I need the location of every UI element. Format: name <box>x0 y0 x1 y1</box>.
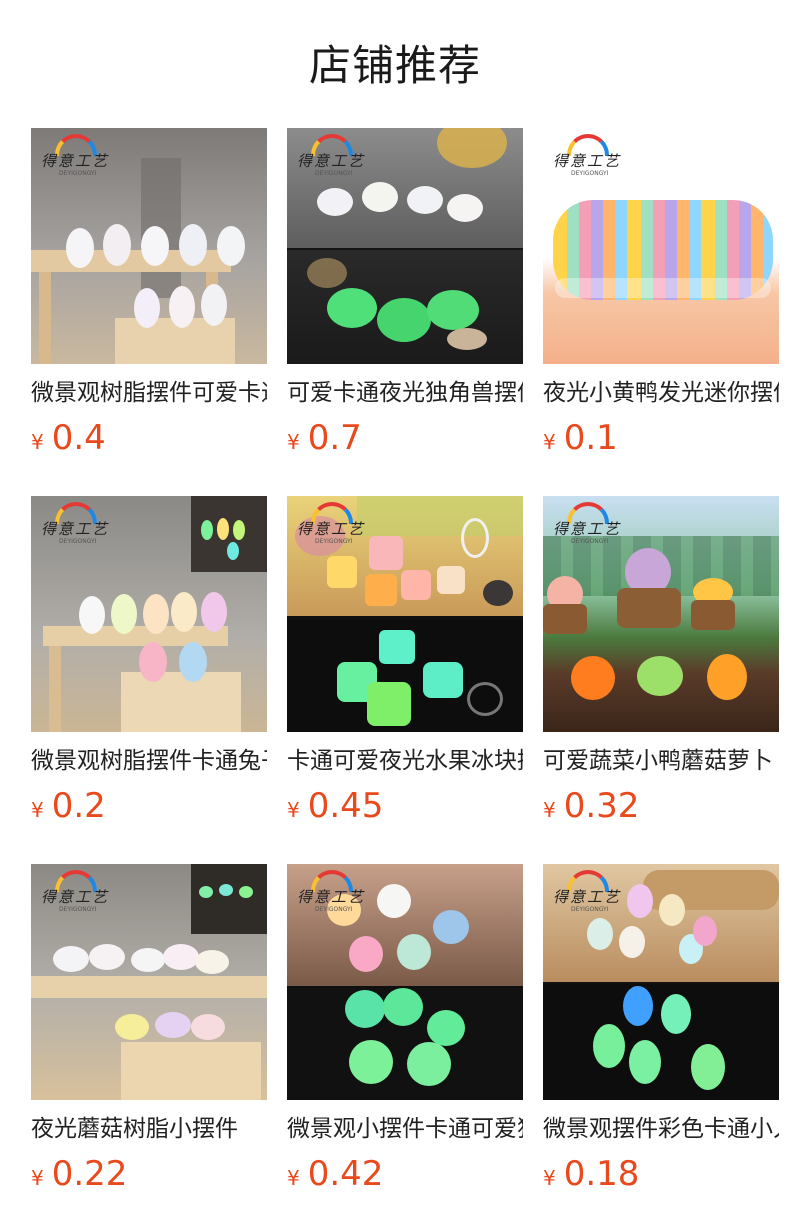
product-price: ¥ 0.4 <box>31 418 267 458</box>
brand-logo: 得意工艺 DEYIGONGYI <box>37 500 117 550</box>
product-title[interactable]: 卡通可爱夜光水果冰块摆件 <box>287 746 523 776</box>
product-card[interactable]: 得意工艺 DEYIGONGYI 可爱卡通夜光独角兽摆件 ¥ 0.7 <box>287 128 523 496</box>
product-image[interactable]: 得意工艺 DEYIGONGYI <box>287 128 523 364</box>
section-header: 店铺推荐 <box>0 0 790 128</box>
product-price: ¥ 0.42 <box>287 1154 523 1194</box>
product-title[interactable]: 可爱蔬菜小鸭蘑菇萝卜 <box>543 746 779 776</box>
brand-logo: 得意工艺 DEYIGONGYI <box>37 132 117 182</box>
product-price: ¥ 0.32 <box>543 786 779 826</box>
product-card[interactable]: 得意工艺DEYIGONGYI 微景观树脂摆件可爱卡通独角兽 ¥ 0.4 <box>31 128 267 496</box>
brand-logo: 得意工艺 DEYIGONGYI <box>293 132 373 182</box>
product-card[interactable]: 得意工艺DEYIGONGYI 卡通可爱夜光水果冰块摆件 ¥ 0.45 <box>287 496 523 864</box>
product-card[interactable]: 得意工艺DEYIGONGYI 微景观小摆件卡通可爱猫咪 ¥ 0.42 <box>287 864 523 1232</box>
product-title[interactable]: 微景观树脂摆件可爱卡通独角兽 <box>31 378 267 408</box>
product-image[interactable]: 得意工艺 DEYIGONGYI <box>31 496 267 732</box>
currency-symbol: ¥ <box>543 798 556 822</box>
price-value: 0.45 <box>307 786 384 826</box>
currency-symbol: ¥ <box>287 798 300 822</box>
brand-logo: 得意工艺 DEYIGONGYI <box>549 132 629 182</box>
product-card[interactable]: 得意工艺 DEYIGONGYI 微景观树脂摆件卡通兔子 ¥ 0.2 <box>31 496 267 864</box>
price-value: 0.18 <box>563 1154 640 1194</box>
price-value: 0.4 <box>51 418 106 458</box>
currency-symbol: ¥ <box>31 1166 44 1190</box>
currency-symbol: ¥ <box>543 1166 556 1190</box>
price-value: 0.7 <box>307 418 362 458</box>
product-image[interactable]: 得意工艺 DEYIGONGYI <box>31 128 267 364</box>
product-title[interactable]: 夜光小黄鸭发光迷你摆件 <box>543 378 779 408</box>
currency-symbol: ¥ <box>31 798 44 822</box>
product-title[interactable]: 微景观树脂摆件卡通兔子 <box>31 746 267 776</box>
currency-symbol: ¥ <box>287 430 300 454</box>
price-value: 0.42 <box>307 1154 384 1194</box>
product-price: ¥ 0.45 <box>287 786 523 826</box>
product-image[interactable]: 得意工艺 DEYIGONGYI <box>543 128 779 364</box>
product-title[interactable]: 可爱卡通夜光独角兽摆件 <box>287 378 523 408</box>
product-image[interactable]: 得意工艺 DEYIGONGYI <box>287 864 523 1100</box>
currency-symbol: ¥ <box>31 430 44 454</box>
product-card[interactable]: 得意工艺 DEYIGONGYI 可爱蔬菜小鸭蘑菇萝卜 ¥ 0.32 <box>543 496 779 864</box>
product-price: ¥ 0.18 <box>543 1154 779 1194</box>
brand-logo: 得意工艺 DEYIGONGYI <box>549 500 629 550</box>
product-image[interactable]: 得意工艺 DEYIGONGYI <box>543 864 779 1100</box>
currency-symbol: ¥ <box>543 430 556 454</box>
price-value: 0.22 <box>51 1154 128 1194</box>
product-title[interactable]: 夜光蘑菇树脂小摆件 <box>31 1114 267 1144</box>
product-title[interactable]: 微景观小摆件卡通可爱猫咪 <box>287 1114 523 1144</box>
product-image[interactable]: 得意工艺 DEYIGONGYI <box>287 496 523 732</box>
product-price: ¥ 0.7 <box>287 418 523 458</box>
currency-symbol: ¥ <box>287 1166 300 1190</box>
brand-logo: 得意工艺 DEYIGONGYI <box>293 868 373 918</box>
price-value: 0.32 <box>563 786 640 826</box>
price-value: 0.2 <box>51 786 106 826</box>
brand-logo: 得意工艺 DEYIGONGYI <box>549 868 629 918</box>
product-title[interactable]: 微景观摆件彩色卡通小人 <box>543 1114 779 1144</box>
product-price: ¥ 0.22 <box>31 1154 267 1194</box>
price-value: 0.1 <box>563 418 618 458</box>
product-price: ¥ 0.2 <box>31 786 267 826</box>
page-title: 店铺推荐 <box>308 40 481 90</box>
brand-logo: 得意工艺 DEYIGONGYI <box>37 868 117 918</box>
product-grid: 得意工艺DEYIGONGYI 微景观树脂摆件可爱卡通独角兽 ¥ 0.4 得意工艺… <box>0 128 790 1232</box>
product-card[interactable]: 得意工艺 DEYIGONGYI 夜光蘑菇树脂小摆件 ¥ 0.22 <box>31 864 267 1232</box>
product-card[interactable]: 得意工艺 DEYIGONGYI 夜光小黄鸭发光迷你摆件 ¥ 0.1 <box>543 128 779 496</box>
product-card[interactable]: 得意工艺 DEYIGONGYI 微景观摆件彩色卡通小人 ¥ 0.18 <box>543 864 779 1232</box>
product-image[interactable]: 得意工艺 DEYIGONGYI <box>31 864 267 1100</box>
product-image[interactable]: 得意工艺 DEYIGONGYI <box>543 496 779 732</box>
product-price: ¥ 0.1 <box>543 418 779 458</box>
brand-logo: 得意工艺 DEYIGONGYI <box>293 500 373 550</box>
